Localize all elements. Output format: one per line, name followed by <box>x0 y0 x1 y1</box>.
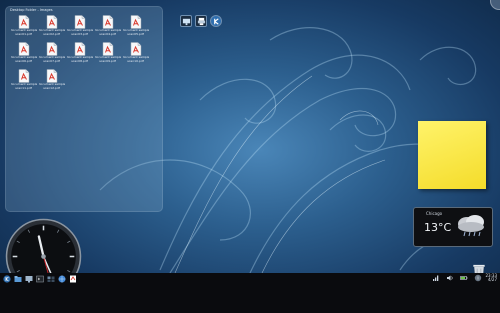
pdf-file-icon <box>18 42 29 56</box>
file-item[interactable]: document sample scan10.pdf <box>122 42 149 69</box>
file-label-line2: scan07.pdf <box>43 59 60 63</box>
printer-icon[interactable] <box>195 15 207 27</box>
file-item[interactable]: document sample scan02.pdf <box>38 15 65 42</box>
network-icon[interactable] <box>432 274 440 282</box>
svg-text:i: i <box>478 276 479 282</box>
pdf-file-icon <box>102 15 113 29</box>
terminal-icon[interactable] <box>36 275 44 283</box>
pdf-file-icon <box>18 69 29 83</box>
taskbar-clock[interactable]: 23:33 4/27 <box>485 274 497 282</box>
kde-menu-icon[interactable] <box>3 274 11 283</box>
system-tray: i 23:33 4/27 <box>429 274 497 282</box>
file-label-line2: scan10.pdf <box>127 59 144 63</box>
pager-icon[interactable] <box>47 275 55 283</box>
pdf-file-icon <box>102 42 113 56</box>
file-label-line2: scan06.pdf <box>15 59 32 63</box>
file-label-line2: scan08.pdf <box>71 59 88 63</box>
browser-icon[interactable] <box>58 275 66 283</box>
file-item[interactable]: document sample scan05.pdf <box>122 15 149 42</box>
file-item[interactable]: document sample scan12.pdf <box>38 69 65 96</box>
desktop-icon[interactable] <box>25 275 33 283</box>
volume-icon[interactable] <box>446 274 454 282</box>
folder-view-grid: document sample scan01.pdf document sample… <box>10 15 158 96</box>
monitor-icon[interactable] <box>180 15 192 27</box>
pdf-file-icon <box>46 42 57 56</box>
pdf-file-icon <box>46 15 57 29</box>
weather-widget[interactable]: Chicago 13°C <box>413 207 493 247</box>
clock-date: 4/27 <box>488 277 497 282</box>
pdf-file-icon <box>74 42 85 56</box>
file-item[interactable]: document sample scan08.pdf <box>66 42 93 69</box>
file-label-line2: scan04.pdf <box>99 32 116 36</box>
file-item[interactable]: document sample scan04.pdf <box>94 15 121 42</box>
file-label-line2: scan12.pdf <box>43 86 60 90</box>
file-manager-icon[interactable] <box>14 275 22 283</box>
notifications-icon[interactable]: i <box>474 274 482 282</box>
file-item[interactable]: document sample scan11.pdf <box>10 69 37 96</box>
file-item[interactable]: document sample scan01.pdf <box>10 15 37 42</box>
kde-icon[interactable] <box>210 15 222 27</box>
file-item[interactable]: document sample scan03.pdf <box>66 15 93 42</box>
sticky-note-widget[interactable] <box>418 121 486 189</box>
pdf-file-icon <box>130 15 141 29</box>
taskbar: i 23:33 4/27 <box>0 273 500 313</box>
pdf-file-icon <box>46 69 57 83</box>
file-label-line2: scan09.pdf <box>99 59 116 63</box>
file-label-line2: scan02.pdf <box>43 32 60 36</box>
weather-city: Chicago <box>426 211 443 216</box>
pdf-viewer-icon[interactable] <box>69 275 77 283</box>
file-item[interactable]: document sample scan06.pdf <box>10 42 37 69</box>
battery-icon[interactable] <box>460 274 468 282</box>
rain-cloud-icon <box>458 215 484 237</box>
folder-view-widget[interactable]: Desktop Folder - Images document sample s… <box>5 6 163 212</box>
file-label-line2: scan05.pdf <box>127 32 144 36</box>
pdf-file-icon <box>130 42 141 56</box>
file-label-line2: scan11.pdf <box>15 86 32 90</box>
trash-icon[interactable] <box>471 263 487 273</box>
file-label-line2: scan01.pdf <box>15 32 32 36</box>
pdf-file-icon <box>18 15 29 29</box>
desktop-top-icons <box>180 15 222 27</box>
weather-temperature: 13°C <box>424 221 452 234</box>
pdf-file-icon <box>74 15 85 29</box>
folder-view-title: Desktop Folder - Images <box>10 8 53 12</box>
file-label-line2: scan03.pdf <box>71 32 88 36</box>
file-item[interactable]: document sample scan07.pdf <box>38 42 65 69</box>
file-item[interactable]: document sample scan09.pdf <box>94 42 121 69</box>
